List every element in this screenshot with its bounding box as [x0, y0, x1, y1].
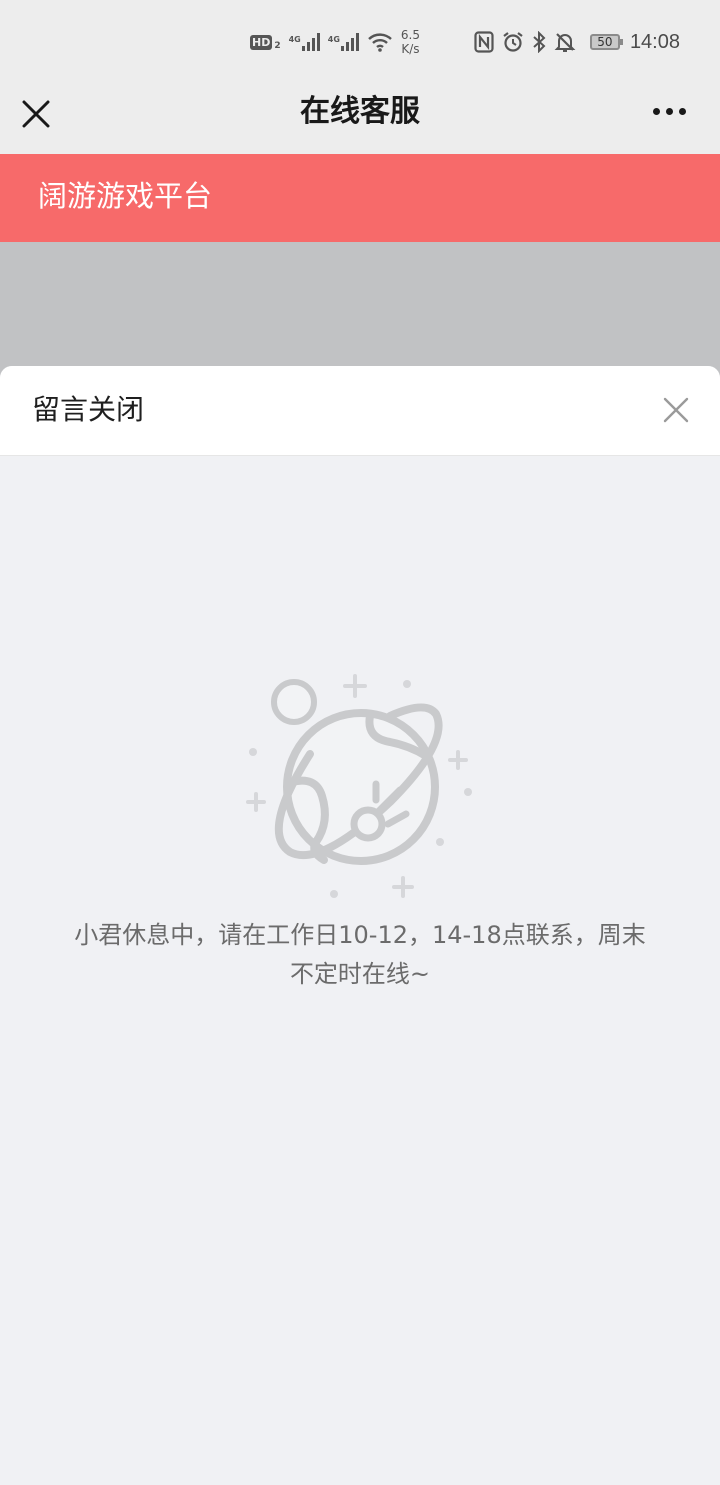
signal-icon: 4G: [289, 33, 320, 51]
bluetooth-icon: [532, 31, 546, 53]
status-left: HD 2 4G 4G 6.5 K/s: [250, 26, 420, 58]
wifi-icon: [367, 32, 393, 52]
message-line-1: 小君休息中，请在工作日10-12，14-18点联系，周末: [74, 921, 646, 949]
sheet-header: 留言关闭: [0, 366, 720, 456]
net-speed-value: 6.5: [400, 28, 420, 42]
message-line-2: 不定时在线~: [289, 960, 431, 988]
battery-icon: 50: [589, 34, 623, 50]
sheet-title: 留言关闭: [32, 393, 145, 426]
clock: 14:08: [629, 30, 680, 53]
empty-state-message: 小君休息中，请在工作日10-12，14-18点联系，周末 不定时在线~: [40, 916, 680, 994]
signal-gen-label: 4G: [327, 35, 340, 44]
net-speed: 6.5 K/s: [401, 28, 420, 56]
status-bar: HD 2 4G 4G 6.5 K/s 50 14:08: [0, 0, 720, 84]
message-sheet: 留言关闭 小君休息中，请在工作日10-12，14-18点联系，周末 不定时在线~: [0, 366, 720, 1485]
signal-gen-label: 4G: [288, 35, 301, 44]
status-right: 50 14:08: [466, 26, 680, 58]
page-title: 在线客服: [300, 94, 420, 129]
hd-sub-label: 2: [274, 41, 281, 51]
net-speed-unit: K/s: [401, 42, 420, 56]
planet-icon: [240, 672, 480, 902]
more-icon[interactable]: [653, 108, 686, 115]
nfc-icon: [474, 31, 494, 53]
brand-title: 阔游游戏平台: [38, 179, 213, 213]
hd-voice-icon: HD: [250, 34, 273, 50]
signal-icon: 4G: [328, 33, 359, 51]
modal-backdrop[interactable]: [0, 242, 720, 382]
alarm-icon: [502, 31, 524, 53]
mute-icon: [554, 31, 576, 53]
close-icon[interactable]: [662, 396, 690, 424]
brand-header: 阔游游戏平台: [0, 154, 720, 242]
nav-bar: 在线客服: [0, 84, 720, 154]
